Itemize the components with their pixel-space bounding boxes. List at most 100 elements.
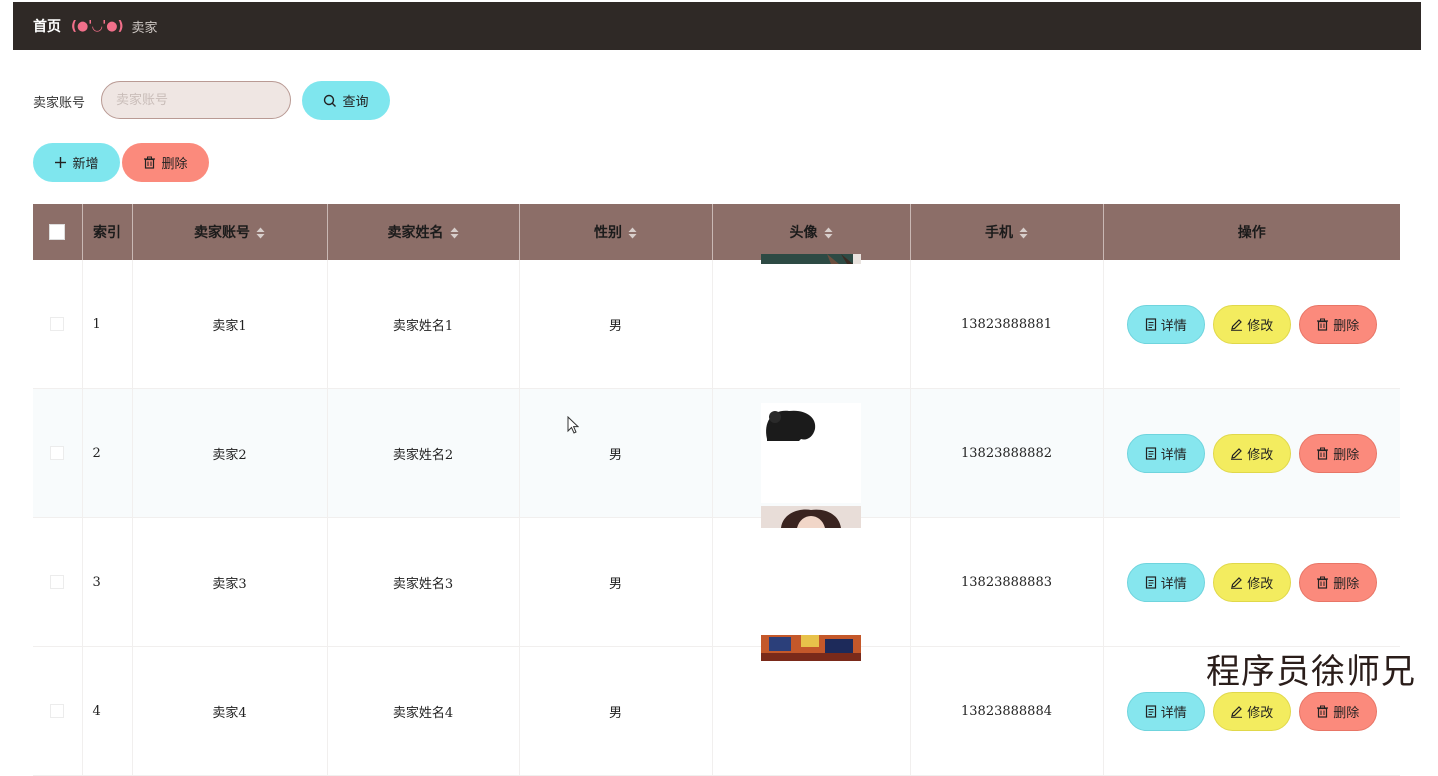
row-gender: 男 — [518, 517, 712, 647]
detail-button[interactable]: 详情 — [1126, 562, 1205, 602]
row-gender: 男 — [518, 646, 712, 776]
edit-button[interactable]: 修改 — [1212, 304, 1291, 344]
row-avatar-cell — [711, 635, 910, 776]
column-header-gender[interactable]: 性别 — [518, 204, 712, 260]
column-header-label: 操作 — [1237, 225, 1266, 241]
trash-icon — [144, 156, 156, 169]
column-header-label: 索引 — [93, 225, 121, 241]
query-button-label: 查询 — [342, 95, 369, 110]
row-phone: 13823888884 — [909, 646, 1103, 776]
edit-button-label: 修改 — [1247, 576, 1274, 592]
row-account: 卖家2 — [131, 388, 327, 518]
column-header-account[interactable]: 卖家账号 — [131, 204, 327, 260]
row-name: 卖家姓名1 — [326, 260, 519, 389]
sort-icon[interactable] — [256, 226, 265, 240]
row-name: 卖家姓名2 — [326, 388, 519, 518]
row-actions: 详情 修改 删除 — [1102, 517, 1400, 647]
document-icon — [1145, 446, 1156, 460]
search-label: 卖家账号 — [33, 96, 86, 111]
row-account: 卖家1 — [131, 260, 327, 389]
avatar — [761, 506, 861, 606]
row-avatar-cell — [711, 388, 910, 518]
top-bar: 首页 (●'◡'●) 卖家 — [13, 2, 1421, 50]
row-index: 3 — [81, 517, 132, 647]
breadcrumb-separator: (●'◡'●) — [71, 18, 124, 34]
delete-button[interactable]: 删除 — [1298, 562, 1377, 602]
pencil-icon — [1231, 705, 1243, 718]
watermark: 程序员徐师兄 — [1206, 652, 1416, 692]
column-header-label: 卖家账号 — [194, 225, 250, 241]
row-index: 2 — [81, 388, 132, 518]
row-index: 1 — [81, 260, 132, 389]
sort-icon[interactable] — [450, 226, 459, 240]
row-actions: 详情 修改 删除 — [1102, 388, 1400, 518]
seller-account-search-input[interactable] — [101, 81, 291, 119]
table-row: 1 卖家1 卖家姓名1 男 13823888881 详情 修改 删除 — [33, 254, 1400, 389]
delete-button-label: 删除 — [1333, 318, 1360, 334]
row-gender: 男 — [518, 260, 712, 389]
detail-button[interactable]: 详情 — [1126, 304, 1205, 344]
add-button[interactable]: 新增 — [33, 143, 120, 182]
select-all-checkbox[interactable] — [49, 224, 66, 240]
query-button[interactable]: 查询 — [302, 81, 390, 120]
row-account: 卖家3 — [131, 517, 327, 647]
breadcrumb-home[interactable]: 首页 — [33, 16, 61, 36]
seller-table: 索引 卖家账号 卖家姓名 性别 头像 手机 操作 1 卖家1 卖家姓名1 男 1… — [33, 204, 1400, 776]
row-account: 卖家4 — [131, 646, 327, 776]
detail-button-label: 详情 — [1160, 447, 1187, 463]
avatar — [761, 254, 861, 354]
sort-icon[interactable] — [1019, 226, 1028, 240]
edit-button-label: 修改 — [1247, 447, 1274, 463]
delete-button[interactable]: 删除 — [1298, 304, 1377, 344]
delete-button[interactable]: 删除 — [1298, 433, 1377, 473]
edit-button[interactable]: 修改 — [1212, 562, 1291, 602]
column-header-index: 索引 — [81, 204, 132, 260]
row-checkbox-cell — [33, 388, 82, 518]
delete-button[interactable]: 删除 — [1298, 691, 1377, 731]
column-header-phone[interactable]: 手机 — [909, 204, 1103, 260]
row-index: 4 — [81, 646, 132, 776]
column-header-avatar[interactable]: 头像 — [711, 204, 910, 260]
batch-delete-button[interactable]: 删除 — [122, 143, 209, 182]
column-header-name[interactable]: 卖家姓名 — [326, 204, 519, 260]
batch-delete-label: 删除 — [161, 157, 188, 172]
column-header-label: 卖家姓名 — [387, 225, 444, 241]
detail-button-label: 详情 — [1160, 318, 1187, 334]
table-row: 4 卖家4 卖家姓名4 男 13823888884 详情 修改 删除 — [33, 635, 1400, 776]
column-header-label: 手机 — [985, 225, 1013, 241]
row-gender: 男 — [518, 388, 712, 518]
row-checkbox[interactable] — [50, 317, 65, 331]
sort-icon[interactable] — [824, 226, 833, 240]
column-header-label: 性别 — [594, 225, 622, 241]
row-checkbox[interactable] — [50, 446, 65, 460]
document-icon — [1145, 575, 1156, 589]
row-phone: 13823888881 — [909, 260, 1103, 389]
row-checkbox-cell — [33, 646, 82, 776]
row-avatar-cell — [711, 254, 910, 389]
edit-button[interactable]: 修改 — [1212, 433, 1291, 473]
sort-icon[interactable] — [628, 226, 637, 240]
delete-button-label: 删除 — [1333, 576, 1360, 592]
edit-button[interactable]: 修改 — [1212, 691, 1291, 731]
plus-icon — [55, 157, 67, 168]
trash-icon — [1317, 705, 1329, 718]
table-row: 3 卖家3 卖家姓名3 男 13823888883 详情 修改 删除 — [33, 506, 1400, 647]
main-content: 卖家账号 查询 新增 删除 索引 卖家账号 卖家姓名 性别 头像 手机 操作 — [13, 60, 1421, 776]
detail-button[interactable]: 详情 — [1126, 691, 1205, 731]
breadcrumb-current: 卖家 — [131, 20, 158, 36]
column-header-actions: 操作 — [1102, 204, 1400, 260]
table-header-row: 索引 卖家账号 卖家姓名 性别 头像 手机 操作 — [33, 204, 1400, 260]
row-actions: 详情 修改 删除 — [1102, 260, 1400, 389]
select-all-header — [33, 204, 82, 260]
delete-button-label: 删除 — [1333, 447, 1360, 463]
row-checkbox[interactable] — [50, 704, 65, 718]
row-name: 卖家姓名3 — [326, 517, 519, 647]
add-button-label: 新增 — [72, 157, 99, 172]
trash-icon — [1317, 447, 1329, 460]
detail-button-label: 详情 — [1160, 705, 1187, 721]
detail-button-label: 详情 — [1160, 576, 1187, 592]
row-phone: 13823888882 — [909, 388, 1103, 518]
row-checkbox[interactable] — [50, 575, 65, 589]
detail-button[interactable]: 详情 — [1126, 433, 1205, 473]
avatar — [761, 403, 861, 503]
